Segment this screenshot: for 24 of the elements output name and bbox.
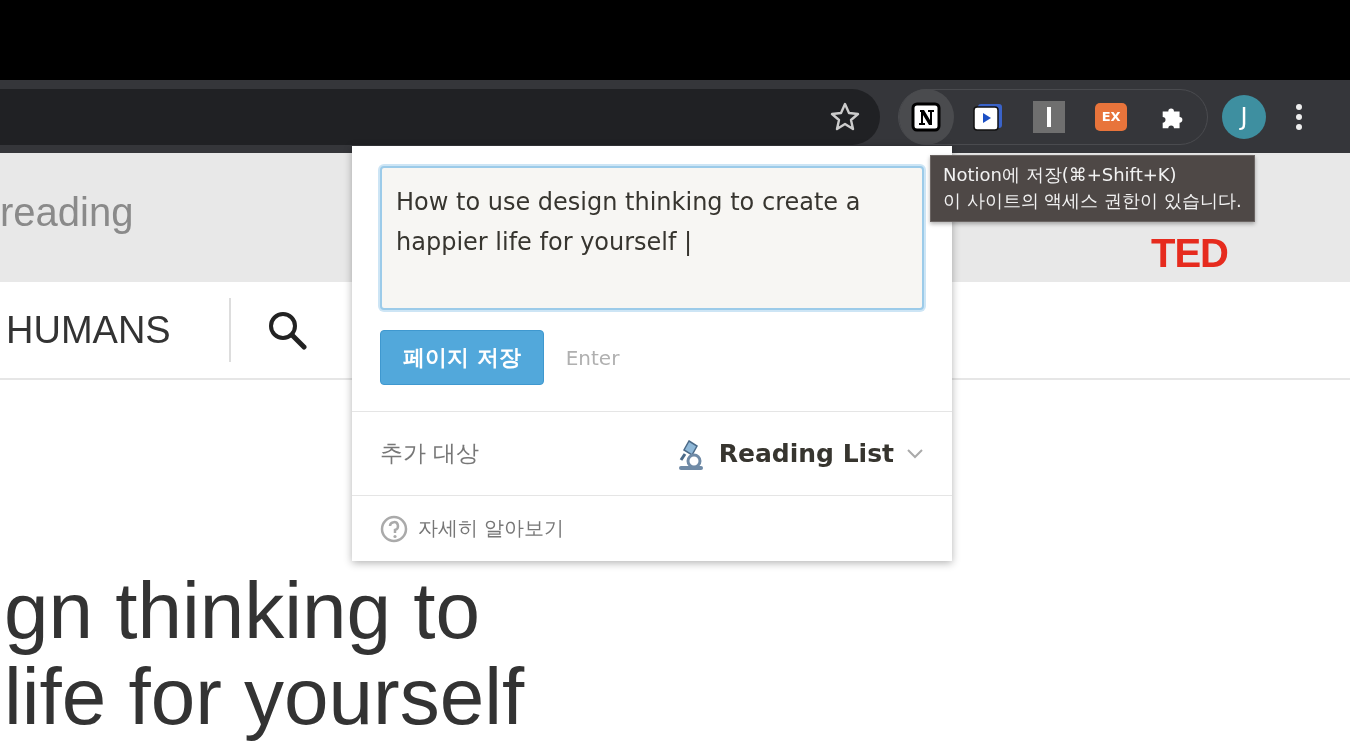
destination-dropdown[interactable]: Reading List [674, 436, 924, 471]
bookmark-star-icon[interactable] [830, 101, 860, 132]
destination-label: 추가 대상 [380, 439, 480, 468]
play-window-icon [971, 101, 1004, 132]
text-cursor-icon [1033, 100, 1066, 133]
search-icon[interactable] [266, 310, 307, 350]
chevron-down-icon [906, 448, 924, 459]
banner-text: reading [0, 190, 134, 235]
notion-logo-icon [910, 100, 943, 133]
title-field[interactable]: How to use design thinking to create a happier life for yourself | [380, 166, 924, 310]
tooltip-text: Notion에 저장(⌘+Shift+K) 이 사이트의 액세스 권한이 있습니다. [943, 163, 1242, 213]
profile-avatar[interactable]: J [1222, 94, 1266, 139]
help-icon [380, 514, 408, 543]
shortcut-hint: Enter [565, 345, 620, 370]
nav-link[interactable]: HUMANS [6, 308, 171, 352]
extension-button[interactable]: EX [1083, 88, 1139, 145]
article-heading: gn thinking to [4, 568, 481, 654]
learn-more-link[interactable]: 자세히 알아보기 [418, 515, 565, 542]
save-page-button[interactable]: 페이지 저장 [380, 330, 544, 385]
menu-icon[interactable] [1296, 103, 1302, 130]
ex-logo: EX [1095, 102, 1128, 131]
article-heading: life for yourself [4, 654, 526, 740]
extension-button[interactable] [899, 88, 954, 145]
site-logo[interactable]: TED [1151, 231, 1228, 276]
